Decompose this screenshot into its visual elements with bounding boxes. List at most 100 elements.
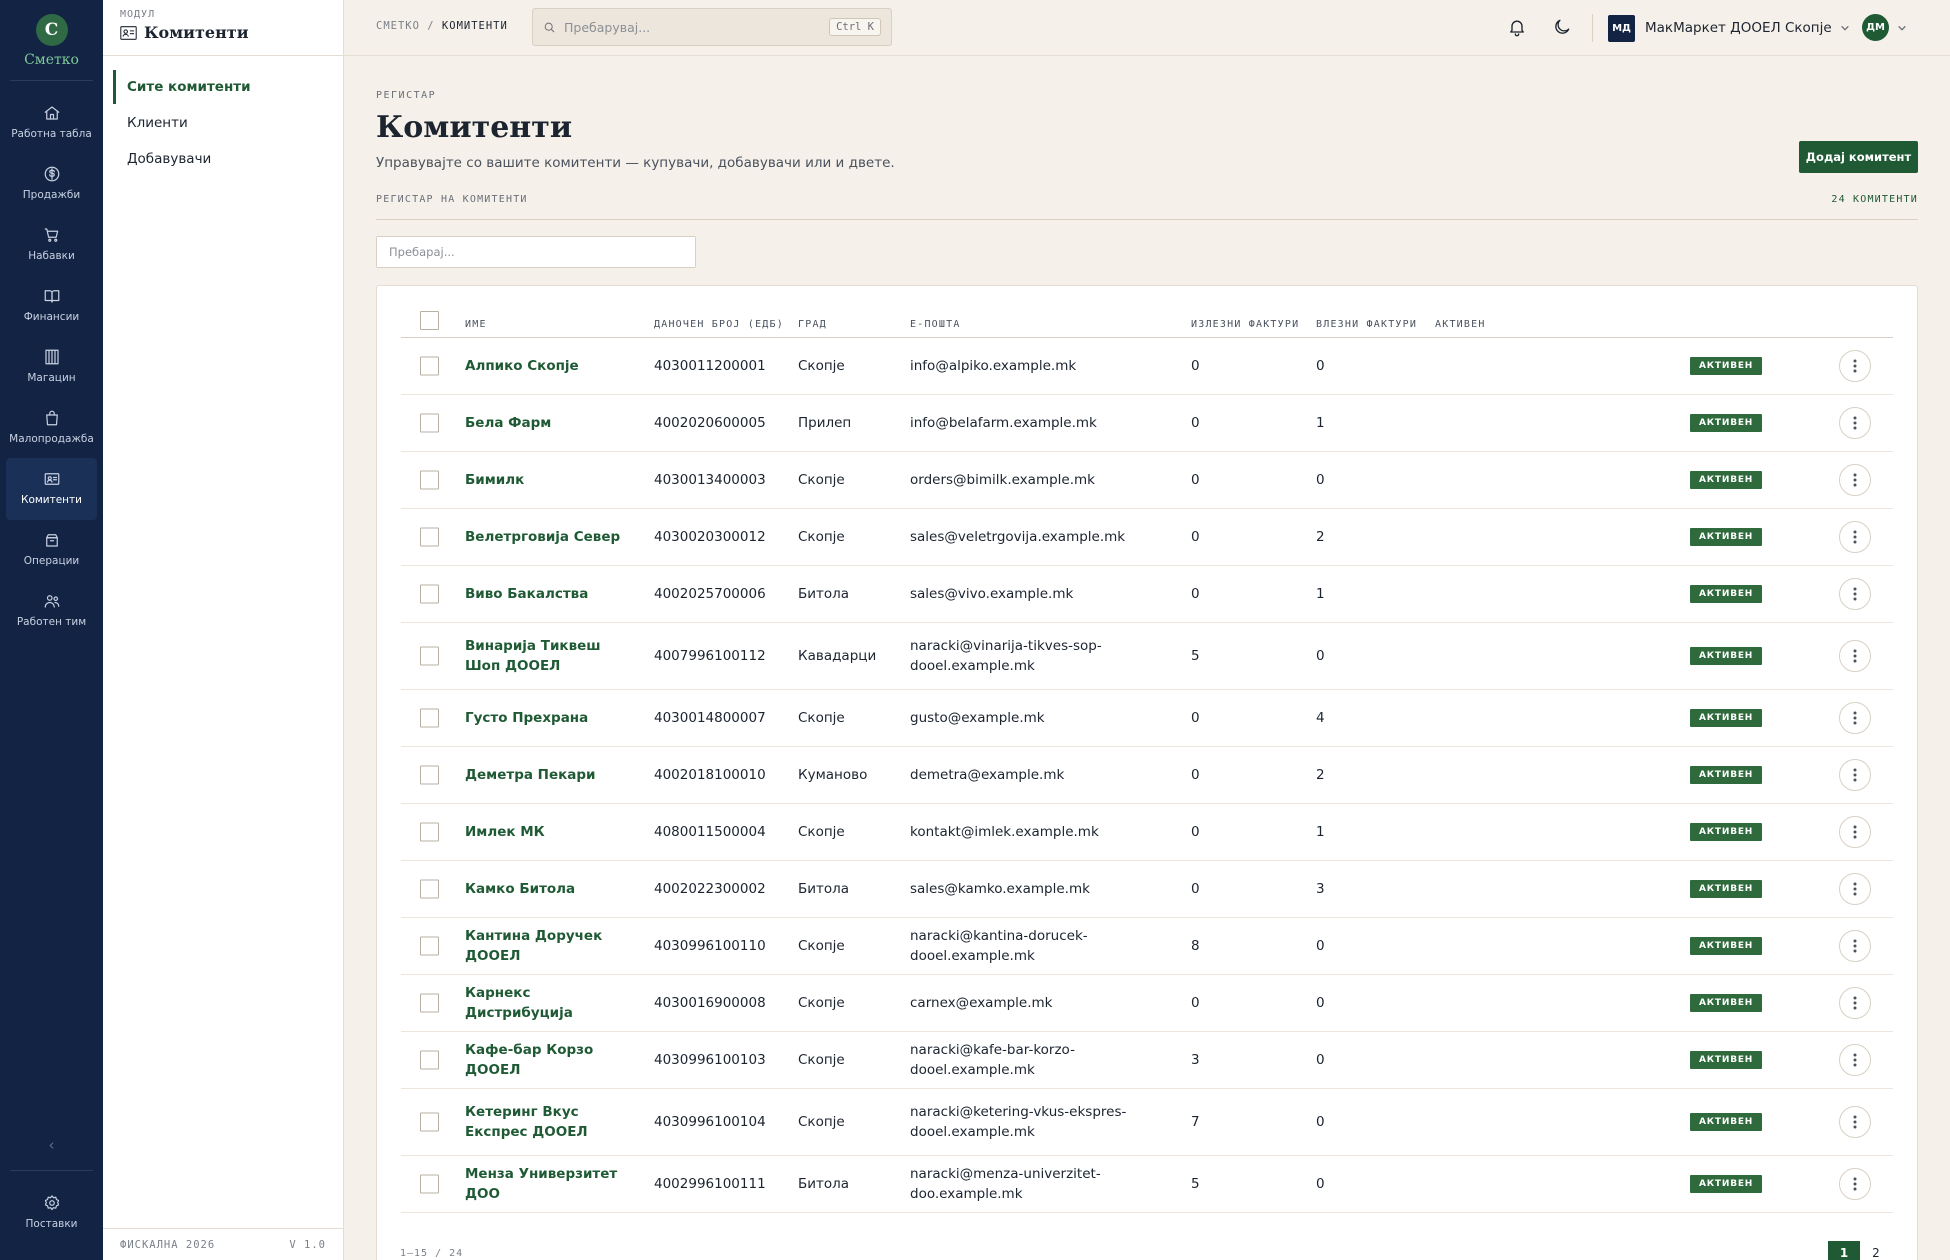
contact-name-link[interactable]: Виво Бакалства [465, 584, 625, 604]
row-actions-button[interactable] [1839, 407, 1871, 439]
row-actions-button[interactable] [1839, 930, 1871, 962]
brand[interactable]: С Сметко [0, 14, 103, 68]
table-row[interactable]: Бела Фарм 4002020600005 Прилеп info@belafar… [401, 395, 1893, 452]
column-header-incoming-invoices[interactable]: ВЛЕЗНИ ФАКТУРИ [1316, 319, 1417, 330]
row-checkbox[interactable] [420, 646, 439, 666]
contact-name-link[interactable]: Кетеринг Вкус Експрес ДООЕЛ [465, 1102, 625, 1142]
column-header-city[interactable]: ГРАД [798, 319, 827, 330]
row-checkbox[interactable] [420, 936, 439, 956]
table-row[interactable]: Деметра Пекари 4002018100010 Куманово demet… [401, 747, 1893, 804]
table-row[interactable]: Менза Универзитет ДОО 4002996100111 Битола… [401, 1156, 1893, 1213]
rail-item-purchases[interactable]: Набавки [6, 214, 97, 276]
table-row[interactable]: Камко Битола 4002022300002 Битола sales@kam… [401, 861, 1893, 918]
rail-item-operations[interactable]: Операции [6, 519, 97, 581]
contact-name-link[interactable]: Кантина Доручек ДООЕЛ [465, 926, 625, 966]
row-actions-button[interactable] [1839, 1044, 1871, 1076]
column-header-tax-number[interactable]: ДАНОЧЕН БРОЈ (ЕДБ) [654, 319, 784, 330]
contact-name-link[interactable]: Алпико Скопје [465, 356, 625, 376]
page-button-2[interactable]: 2 [1864, 1241, 1888, 1260]
table-row[interactable]: Кафе-бар Корзо ДООЕЛ 4030996100103 Скопје n… [401, 1032, 1893, 1089]
table-row[interactable]: Виво Бакалства 4002025700006 Битола sales@v… [401, 566, 1893, 623]
rail-item-contacts[interactable]: Комитенти [6, 458, 97, 520]
home-icon [44, 106, 59, 120]
row-actions-button[interactable] [1839, 350, 1871, 382]
contact-name-link[interactable]: Менза Универзитет ДОО [465, 1164, 625, 1204]
rail-item-team[interactable]: Работен тим [6, 580, 97, 642]
row-actions-button[interactable] [1839, 464, 1871, 496]
table-row[interactable]: Велетрговија Север 4030020300012 Скопје sal… [401, 509, 1893, 566]
row-actions-button[interactable] [1839, 759, 1871, 791]
row-actions-button[interactable] [1839, 521, 1871, 553]
row-actions-button[interactable] [1839, 1106, 1871, 1138]
row-actions-button[interactable] [1839, 987, 1871, 1019]
column-header-name[interactable]: ИМЕ [465, 319, 487, 330]
contact-name-link[interactable]: Бимилк [465, 470, 625, 490]
table-row[interactable]: Имлек МК 4080011500004 Скопје kontakt@imlek… [401, 804, 1893, 861]
row-checkbox[interactable] [420, 1050, 439, 1070]
theme-toggle[interactable] [1552, 17, 1574, 39]
contact-name-link[interactable]: Камко Битола [465, 879, 625, 899]
select-all-checkbox[interactable] [420, 311, 439, 330]
company-switcher[interactable]: МД МакМаркет ДООЕЛ Скопје [1608, 14, 1850, 42]
row-checkbox[interactable] [420, 356, 439, 376]
row-actions-button[interactable] [1839, 702, 1871, 734]
table-search-input[interactable] [376, 236, 696, 268]
row-checkbox[interactable] [420, 584, 439, 604]
page-button-1[interactable]: 1 [1828, 1241, 1860, 1260]
rail-item-settings[interactable]: Поставки [6, 1182, 97, 1244]
subnav-item-clients[interactable]: Клиенти [113, 106, 343, 140]
rail-item-warehouse[interactable]: Магацин [6, 336, 97, 398]
table-row[interactable]: Алпико Скопје 4030011200001 Скопје info@alp… [401, 338, 1893, 395]
row-checkbox[interactable] [420, 527, 439, 547]
city-cell: Скопје [798, 710, 845, 726]
column-header-email[interactable]: Е-ПОШТА [910, 319, 961, 330]
contact-name-link[interactable]: Винарија Тиквеш Шоп ДООЕЛ [465, 636, 625, 676]
collapse-rail-button[interactable]: ‹ [0, 1136, 103, 1154]
table-row[interactable]: Кантина Доручек ДООЕЛ 4030996100110 Скопје… [401, 918, 1893, 975]
row-actions-button[interactable] [1839, 640, 1871, 672]
table-row[interactable]: Кетеринг Вкус Експрес ДООЕЛ 4030996100104… [401, 1089, 1893, 1156]
row-actions-button[interactable] [1839, 873, 1871, 905]
breadcrumb-root[interactable]: СМЕТКО [376, 20, 420, 32]
row-checkbox[interactable] [420, 993, 439, 1013]
row-checkbox[interactable] [420, 822, 439, 842]
incoming-invoices-cell: 0 [1316, 1052, 1325, 1068]
table-row[interactable]: Густо Прехрана 4030014800007 Скопје gusto@e… [401, 690, 1893, 747]
global-search[interactable]: Ctrl K [532, 8, 892, 46]
contact-name-link[interactable]: Велетрговија Север [465, 527, 625, 547]
row-actions-button[interactable] [1839, 816, 1871, 848]
tax-number-cell: 4007996100112 [654, 648, 766, 664]
row-checkbox[interactable] [420, 765, 439, 785]
contact-name-link[interactable]: Имлек МК [465, 822, 625, 842]
incoming-invoices-cell: 2 [1316, 529, 1325, 545]
contact-name-link[interactable]: Деметра Пекари [465, 765, 625, 785]
table-row[interactable]: Карнекс Дистрибуција 4030016900008 Скопје c… [401, 975, 1893, 1032]
table-row[interactable]: Винарија Тиквеш Шоп ДООЕЛ 4007996100112 Ка… [401, 623, 1893, 690]
row-checkbox[interactable] [420, 1112, 439, 1132]
user-menu[interactable]: ДМ [1862, 14, 1907, 41]
row-checkbox[interactable] [420, 413, 439, 433]
row-checkbox[interactable] [420, 470, 439, 490]
rail-item-sales[interactable]: Продажби [6, 153, 97, 215]
subnav-item-all-contacts[interactable]: Сите комитенти [113, 70, 343, 104]
rail-item-retail[interactable]: Малопродажба [6, 397, 97, 459]
row-checkbox[interactable] [420, 1174, 439, 1194]
row-actions-button[interactable] [1839, 1168, 1871, 1200]
global-search-input[interactable] [564, 19, 830, 35]
contact-name-link[interactable]: Карнекс Дистрибуција [465, 983, 625, 1023]
rail-item-finance[interactable]: Финансии [6, 275, 97, 337]
row-checkbox[interactable] [420, 708, 439, 728]
contact-name-link[interactable]: Бела Фарм [465, 413, 625, 433]
row-checkbox[interactable] [420, 879, 439, 899]
contact-name-link[interactable]: Густо Прехрана [465, 708, 625, 728]
add-contact-button[interactable]: Додај комитент [1799, 141, 1918, 173]
rail-item-dashboard[interactable]: Работна табла [6, 92, 97, 154]
column-header-outgoing-invoices[interactable]: ИЗЛЕЗНИ ФАКТУРИ [1191, 319, 1299, 330]
column-header-active[interactable]: АКТИВЕН [1435, 319, 1486, 330]
contact-name-link[interactable]: Кафе-бар Корзо ДООЕЛ [465, 1040, 625, 1080]
row-actions-button[interactable] [1839, 578, 1871, 610]
email-cell: naracki@kafe-bar-korzo-dooel.example.mk [910, 1042, 1075, 1078]
subnav-item-suppliers[interactable]: Добавувачи [113, 142, 343, 176]
notifications-button[interactable] [1507, 17, 1529, 39]
table-row[interactable]: Бимилк 4030013400003 Скопје orders@bimilk.e… [401, 452, 1893, 509]
